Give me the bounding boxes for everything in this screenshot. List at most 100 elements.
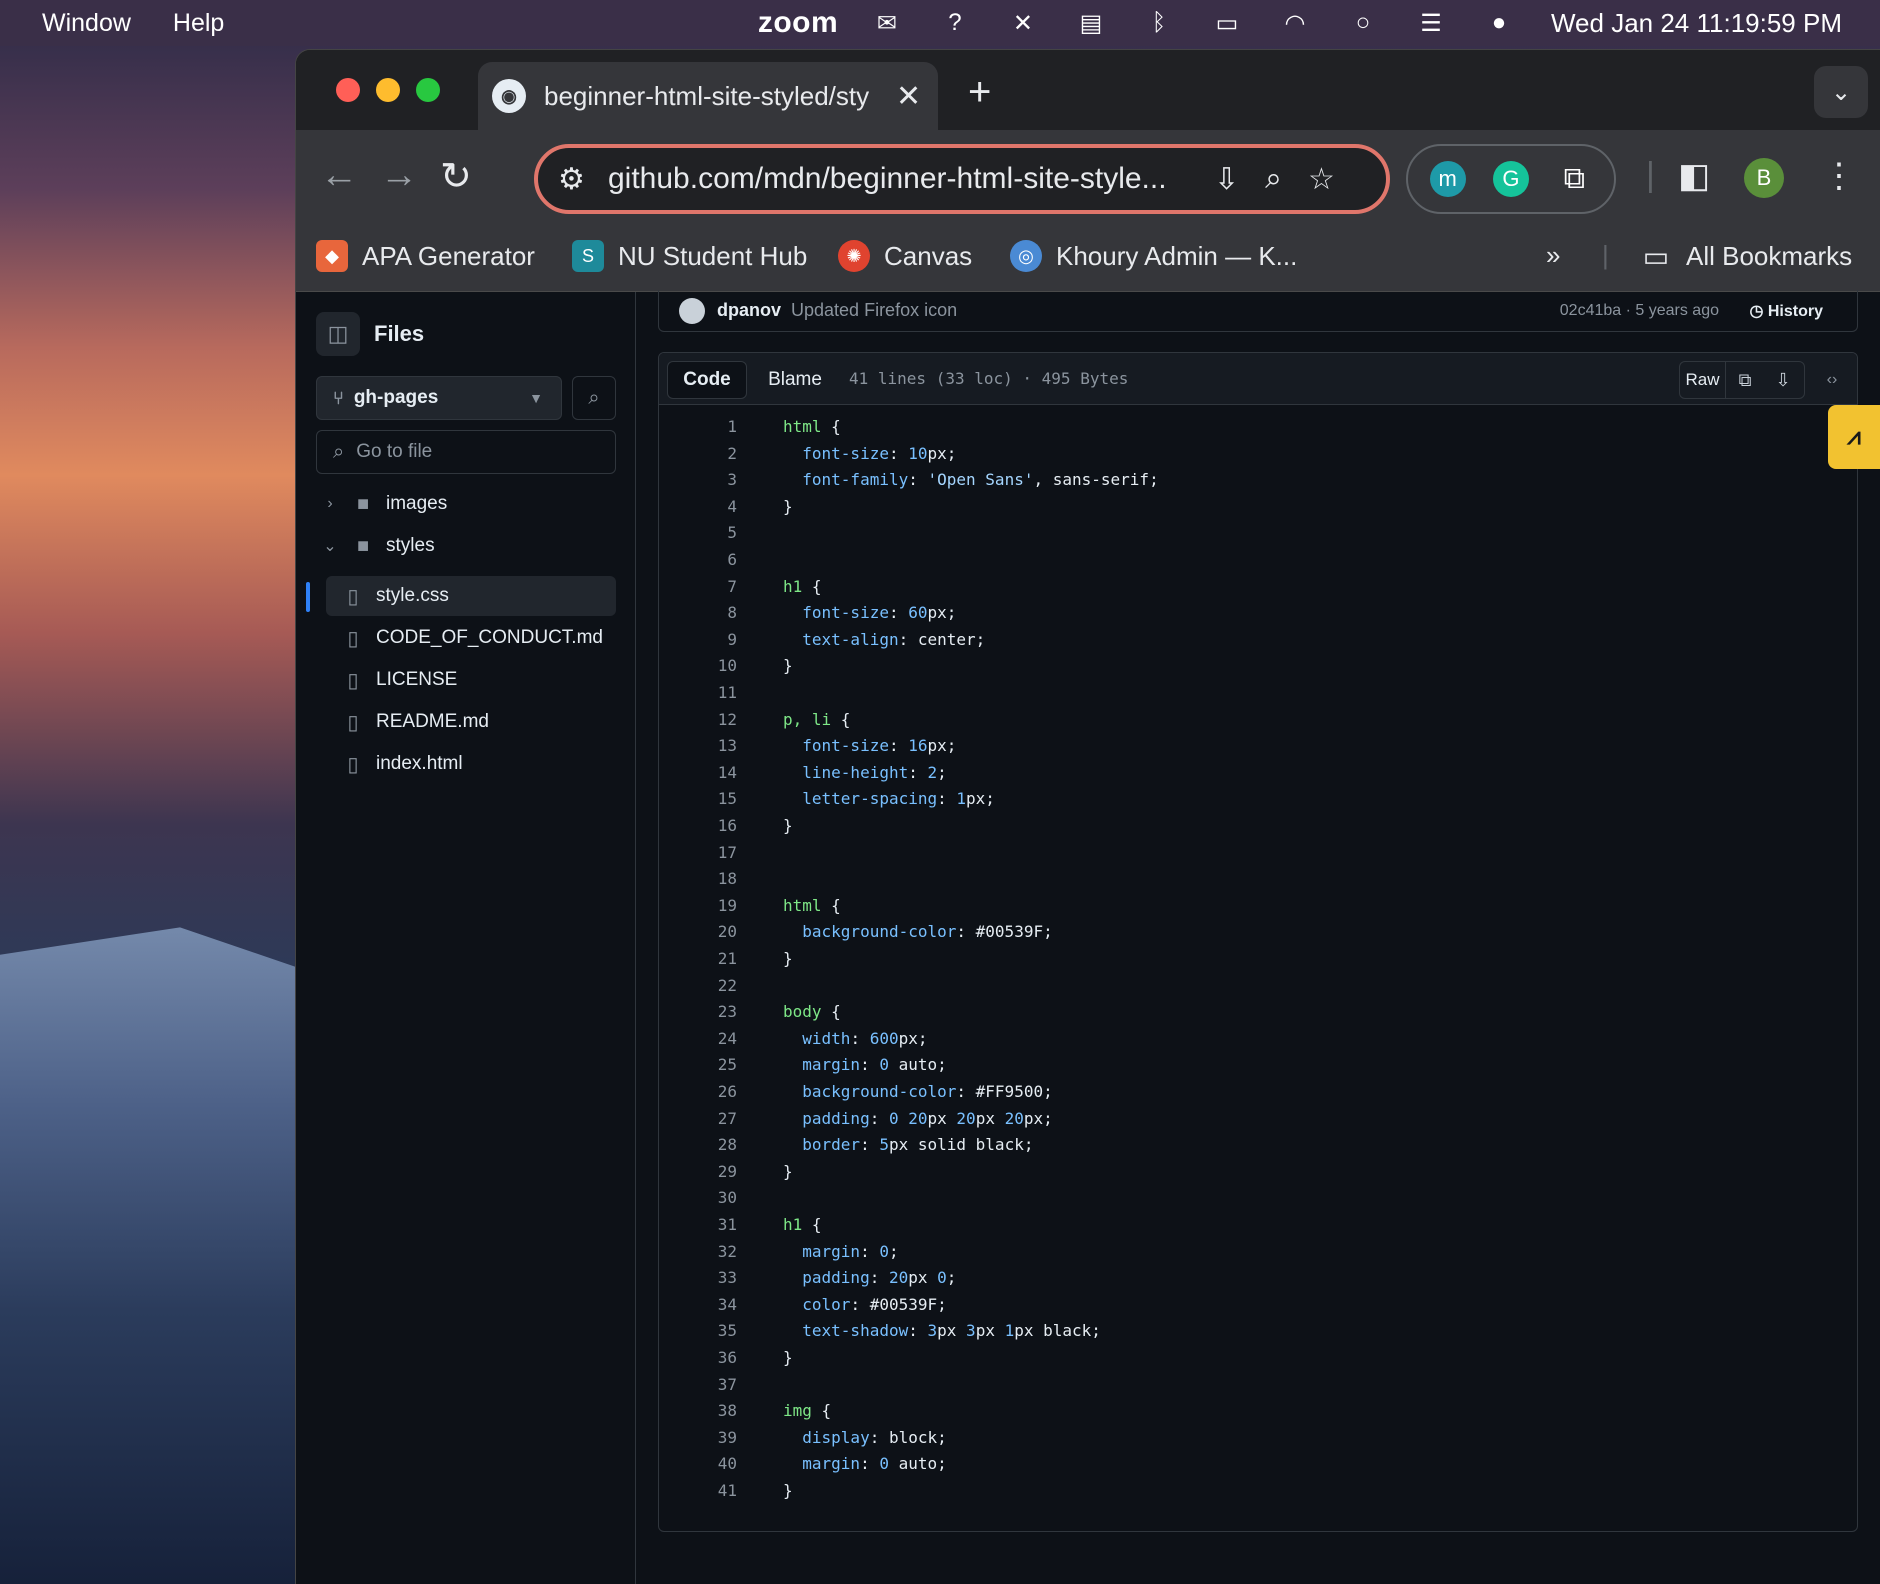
line-number[interactable]: 34 <box>659 1295 737 1314</box>
line-number[interactable]: 32 <box>659 1242 737 1261</box>
siri-icon[interactable]: ● <box>1465 9 1533 37</box>
zoom-icon[interactable]: ⌕ <box>1265 162 1282 196</box>
line-number[interactable]: 2 <box>659 444 737 463</box>
address-bar[interactable]: ⚙ github.com/mdn/beginner-html-site-styl… <box>534 144 1390 214</box>
all-bookmarks-button[interactable]: ▭ All Bookmarks <box>1640 240 1852 272</box>
line-number[interactable]: 25 <box>659 1055 737 1074</box>
line-number[interactable]: 24 <box>659 1029 737 1048</box>
spotlight-search-icon[interactable]: ○ <box>1329 9 1397 37</box>
floating-extension-icon[interactable]: ⩘ <box>1828 405 1880 469</box>
raw-button[interactable]: Raw <box>1680 362 1726 398</box>
bluetooth-icon[interactable]: ᛒ <box>1125 9 1193 37</box>
chevron-down-icon[interactable]: ⌄ <box>320 536 340 556</box>
tab-search-chevron-icon[interactable]: ⌄ <box>1814 66 1868 118</box>
line-number[interactable]: 22 <box>659 976 737 995</box>
line-number[interactable]: 5 <box>659 523 737 542</box>
maximize-window-button[interactable] <box>416 78 440 102</box>
menubar-clock[interactable]: Wed Jan 24 11:19:59 PM <box>1551 8 1842 39</box>
line-number[interactable]: 27 <box>659 1109 737 1128</box>
bookmark-apa-generator[interactable]: ◆ APA Generator <box>316 240 535 272</box>
chevron-right-icon[interactable]: › <box>320 495 340 513</box>
line-number[interactable]: 11 <box>659 683 737 702</box>
line-number[interactable]: 41 <box>659 1481 737 1500</box>
line-number[interactable]: 38 <box>659 1401 737 1420</box>
tree-item-index-html[interactable]: ▯ index.html <box>306 744 616 784</box>
line-number[interactable]: 9 <box>659 630 737 649</box>
line-number[interactable]: 12 <box>659 710 737 729</box>
extension-m-icon[interactable]: m <box>1429 161 1466 197</box>
tree-item-images[interactable]: › ■ images <box>306 484 616 524</box>
tree-item-license[interactable]: ▯ LICENSE <box>306 660 616 700</box>
wifi-icon[interactable]: ◠ <box>1261 9 1329 38</box>
back-icon[interactable]: ← <box>320 154 358 197</box>
help-status-icon[interactable]: ? <box>921 9 989 37</box>
line-number[interactable]: 37 <box>659 1375 737 1394</box>
commit-message[interactable]: Updated Firefox icon <box>791 300 957 321</box>
download-icon[interactable]: ⇩ <box>1764 370 1802 391</box>
line-number[interactable]: 39 <box>659 1428 737 1447</box>
tree-item-code-of-conduct[interactable]: ▯ CODE_OF_CONDUCT.md <box>306 618 616 658</box>
grammarly-icon[interactable]: G <box>1492 161 1529 197</box>
line-number[interactable]: 7 <box>659 577 737 596</box>
tree-item-readme[interactable]: ▯ README.md <box>306 702 616 742</box>
bookmark-khoury-admin[interactable]: ◎ Khoury Admin — K... <box>1010 240 1297 272</box>
symbols-panel-icon[interactable]: ‹› <box>1813 361 1851 399</box>
line-number[interactable]: 23 <box>659 1002 737 1021</box>
collapse-sidebar-icon[interactable]: ◫ <box>316 312 360 356</box>
line-number[interactable]: 40 <box>659 1454 737 1473</box>
commit-author[interactable]: dpanov <box>717 300 781 321</box>
side-panel-icon[interactable]: ◧ <box>1678 156 1710 196</box>
search-icon[interactable]: ⌕ <box>572 376 616 420</box>
line-number[interactable]: 8 <box>659 603 737 622</box>
battery-icon[interactable]: ▭ <box>1193 9 1261 38</box>
forward-icon[interactable]: → <box>380 154 418 197</box>
line-number[interactable]: 6 <box>659 550 737 569</box>
menu-window[interactable]: Window <box>42 9 131 38</box>
line-number[interactable]: 14 <box>659 763 737 782</box>
line-number[interactable]: 4 <box>659 497 737 516</box>
outlook-icon[interactable]: ✉ <box>853 9 921 38</box>
avatar[interactable] <box>679 297 705 324</box>
line-number[interactable]: 16 <box>659 816 737 835</box>
line-number[interactable]: 26 <box>659 1082 737 1101</box>
line-number[interactable]: 36 <box>659 1348 737 1367</box>
copy-icon[interactable]: ⧉ <box>1726 370 1764 391</box>
profile-avatar[interactable]: B <box>1744 158 1784 198</box>
line-number[interactable]: 1 <box>659 417 737 436</box>
close-window-button[interactable] <box>336 78 360 102</box>
bookmark-star-icon[interactable]: ☆ <box>1308 162 1335 197</box>
more-bookmarks-icon[interactable]: » <box>1546 240 1560 271</box>
line-number[interactable]: 21 <box>659 949 737 968</box>
line-number[interactable]: 31 <box>659 1215 737 1234</box>
browser-tab[interactable]: ◉ beginner-html-site-styled/sty ✕ <box>478 62 938 130</box>
reload-icon[interactable]: ↻ <box>440 154 472 199</box>
line-number[interactable]: 35 <box>659 1321 737 1340</box>
line-number[interactable]: 30 <box>659 1188 737 1207</box>
install-app-icon[interactable]: ⇩ <box>1214 162 1239 197</box>
bookmark-nu-student-hub[interactable]: S NU Student Hub <box>572 240 807 272</box>
tree-item-styles[interactable]: ⌄ ■ styles <box>306 526 616 566</box>
go-to-file-input[interactable]: ⌕ Go to file <box>316 430 616 474</box>
commit-sha-age[interactable]: 02c41ba · 5 years ago <box>1560 302 1719 320</box>
url-text[interactable]: github.com/mdn/beginner-html-site-style.… <box>608 162 1188 196</box>
branch-selector[interactable]: ⑂ gh-pages ▼ <box>316 376 562 420</box>
tab-blame[interactable]: Blame <box>755 361 835 399</box>
mute-icon[interactable]: ✕ <box>989 9 1057 38</box>
close-tab-icon[interactable]: ✕ <box>896 79 921 114</box>
line-number[interactable]: 15 <box>659 789 737 808</box>
line-number[interactable]: 17 <box>659 843 737 862</box>
more-menu-icon[interactable]: ⋮ <box>1822 156 1856 196</box>
new-tab-icon[interactable]: + <box>968 70 991 115</box>
line-number[interactable]: 18 <box>659 869 737 888</box>
history-button[interactable]: ◷ History <box>1749 301 1823 321</box>
keyboard-icon[interactable]: ▤ <box>1057 9 1125 38</box>
line-number[interactable]: 20 <box>659 922 737 941</box>
control-center-icon[interactable]: ☰ <box>1397 9 1465 38</box>
bookmark-canvas[interactable]: ✺ Canvas <box>838 240 972 272</box>
line-number[interactable]: 33 <box>659 1268 737 1287</box>
menu-help[interactable]: Help <box>173 9 224 38</box>
tab-code[interactable]: Code <box>667 361 747 399</box>
extensions-puzzle-icon[interactable]: ⧉ <box>1556 161 1592 197</box>
site-settings-icon[interactable]: ⚙ <box>558 162 598 197</box>
minimize-window-button[interactable] <box>376 78 400 102</box>
